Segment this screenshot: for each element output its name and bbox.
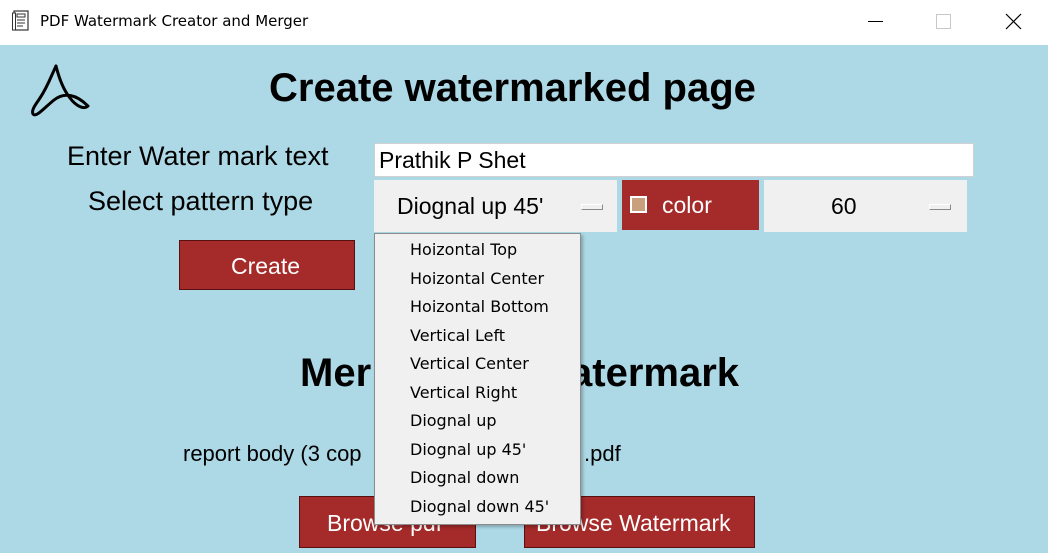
pattern-dropdown-menu: Hoizontal Top Hoizontal Center Hoizontal… [374,233,581,525]
acrobat-logo-icon [31,64,90,117]
minimize-icon[interactable] [852,0,898,44]
selected-watermark-filename: .pdf [584,441,621,466]
watermark-text-label: Enter Water mark text [67,141,329,171]
maximize-icon[interactable] [920,0,966,44]
option-menu-indicator-icon [929,204,951,210]
dropdown-item[interactable]: Vertical Center [410,354,529,373]
color-swatch [630,196,647,213]
create-heading: Create watermarked page [269,66,756,110]
pattern-type-select[interactable]: Diognal up 45' [374,180,617,232]
dropdown-item[interactable]: Vertical Right [410,383,517,402]
merge-heading-right: atermark [570,351,740,395]
dropdown-item[interactable]: Vertical Left [410,326,505,345]
title-bar: PDF Watermark Creator and Merger [0,0,1048,45]
color-button-label: color [662,192,712,218]
merge-heading: Mer [300,351,371,396]
dropdown-item[interactable]: Hoizontal Top [410,240,517,259]
font-size-value: 60 [831,193,857,219]
dropdown-item[interactable]: Diognal down [410,468,519,487]
pattern-type-value: Diognal up 45' [397,193,544,219]
dropdown-item[interactable]: Diognal up 45' [410,440,526,459]
merge-heading-left: Mer [300,351,372,395]
selected-pdf-filename: report body (3 cop [183,441,362,466]
dropdown-item[interactable]: Hoizontal Bottom [410,297,549,316]
window-title: PDF Watermark Creator and Merger [40,12,309,30]
option-menu-indicator-icon [581,204,603,210]
font-size-select[interactable]: 60 [764,180,967,232]
create-button-label: Create [231,253,301,279]
close-icon[interactable] [990,0,1036,44]
create-button[interactable]: Create [179,240,355,290]
color-button[interactable]: color [622,180,759,230]
watermark-text-input[interactable] [374,143,974,177]
dropdown-item[interactable]: Diognal down 45' [410,497,549,516]
dropdown-item[interactable]: Diognal up [410,411,496,430]
pattern-type-label: Select pattern type [88,186,314,216]
dropdown-item[interactable]: Hoizontal Center [410,269,544,288]
app-icon [12,10,29,31]
